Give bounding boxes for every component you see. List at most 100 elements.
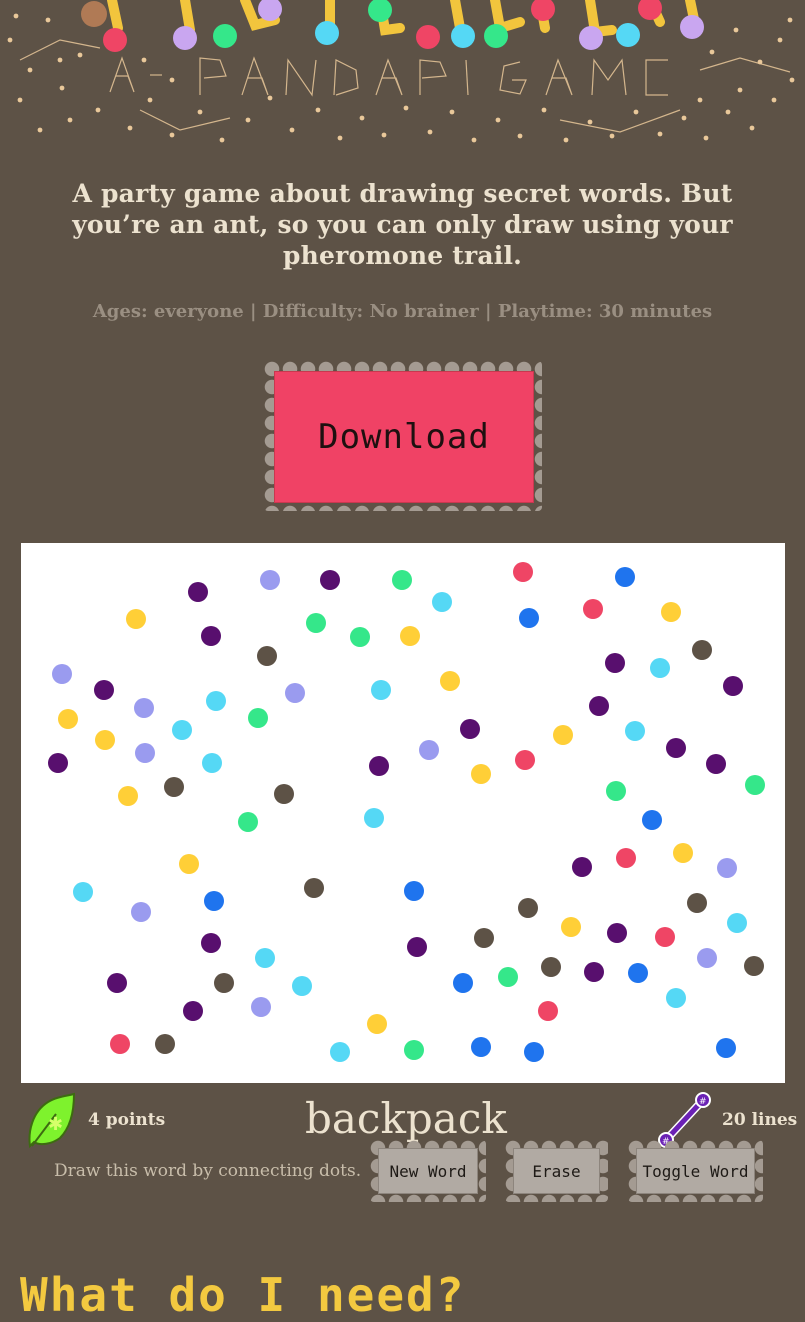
board-dot[interactable] [260,570,280,590]
board-dot[interactable] [440,671,460,691]
new-word-label[interactable]: New Word [378,1148,478,1194]
board-dot[interactable] [692,640,712,660]
board-dot[interactable] [541,957,561,977]
board-dot[interactable] [615,567,635,587]
board-dot[interactable] [628,963,648,983]
board-dot[interactable] [515,750,535,770]
board-dot[interactable] [214,973,234,993]
board-dot[interactable] [350,627,370,647]
download-button[interactable]: Download [264,361,542,511]
board-dot[interactable] [744,956,764,976]
board-dot[interactable] [134,698,154,718]
board-dot[interactable] [172,720,192,740]
board-dot[interactable] [155,1034,175,1054]
board-dot[interactable] [404,1040,424,1060]
board-dot[interactable] [661,602,681,622]
board-dot[interactable] [285,683,305,703]
board-dot[interactable] [126,609,146,629]
board-dot[interactable] [666,738,686,758]
board-dot[interactable] [367,1014,387,1034]
board-dot[interactable] [404,881,424,901]
board-dot[interactable] [419,740,439,760]
board-dot[interactable] [371,680,391,700]
board-dot[interactable] [583,599,603,619]
toggle-word-button[interactable]: Toggle Word [628,1140,763,1202]
board-dot[interactable] [498,967,518,987]
board-dot[interactable] [292,976,312,996]
toggle-word-label[interactable]: Toggle Word [636,1148,755,1194]
board-dot[interactable] [745,775,765,795]
board-dot[interactable] [572,857,592,877]
board-dot[interactable] [257,646,277,666]
board-dot[interactable] [202,753,222,773]
board-dot[interactable] [605,653,625,673]
board-dot[interactable] [369,756,389,776]
board-dot[interactable] [697,948,717,968]
erase-button[interactable]: Erase [505,1140,608,1202]
board-dot[interactable] [607,923,627,943]
board-dot[interactable] [274,784,294,804]
board-dot[interactable] [553,725,573,745]
board-dot[interactable] [471,764,491,784]
board-dot[interactable] [606,781,626,801]
board-dot[interactable] [524,1042,544,1062]
board-dot[interactable] [727,913,747,933]
erase-label[interactable]: Erase [513,1148,600,1194]
board-dot[interactable] [650,658,670,678]
board-dot[interactable] [94,680,114,700]
board-dot[interactable] [687,893,707,913]
board-dot[interactable] [107,973,127,993]
board-dot[interactable] [716,1038,736,1058]
board-dot[interactable] [655,927,675,947]
board-dot[interactable] [538,1001,558,1021]
board-dot[interactable] [248,708,268,728]
board-dot[interactable] [204,891,224,911]
board-dot[interactable] [164,777,184,797]
board-dot[interactable] [400,626,420,646]
board-dot[interactable] [518,898,538,918]
drawing-board[interactable] [21,543,785,1083]
board-dot[interactable] [110,1034,130,1054]
board-dot[interactable] [48,753,68,773]
board-dot[interactable] [201,933,221,953]
board-dot[interactable] [179,854,199,874]
board-dot[interactable] [206,691,226,711]
board-dot[interactable] [392,570,412,590]
board-dot[interactable] [407,937,427,957]
board-dot[interactable] [616,848,636,868]
board-dot[interactable] [304,878,324,898]
board-dot[interactable] [519,608,539,628]
download-button-face[interactable]: Download [274,371,534,503]
board-dot[interactable] [52,664,72,684]
board-dot[interactable] [131,902,151,922]
board-dot[interactable] [642,810,662,830]
board-dot[interactable] [723,676,743,696]
board-dot[interactable] [364,808,384,828]
board-dot[interactable] [513,562,533,582]
board-dot[interactable] [453,973,473,993]
board-dot[interactable] [717,858,737,878]
board-dot[interactable] [73,882,93,902]
board-dot[interactable] [432,592,452,612]
board-dot[interactable] [666,988,686,1008]
board-dot[interactable] [625,721,645,741]
board-dot[interactable] [706,754,726,774]
board-dot[interactable] [584,962,604,982]
board-dot[interactable] [561,917,581,937]
board-dot[interactable] [58,709,78,729]
board-dot[interactable] [183,1001,203,1021]
board-dot[interactable] [460,719,480,739]
board-dot[interactable] [188,582,208,602]
board-dot[interactable] [320,570,340,590]
dots-canvas[interactable] [21,543,785,1083]
board-dot[interactable] [251,997,271,1017]
board-dot[interactable] [471,1037,491,1057]
new-word-button[interactable]: New Word [370,1140,486,1202]
board-dot[interactable] [589,696,609,716]
board-dot[interactable] [201,626,221,646]
board-dot[interactable] [673,843,693,863]
board-dot[interactable] [135,743,155,763]
board-dot[interactable] [118,786,138,806]
board-dot[interactable] [255,948,275,968]
board-dot[interactable] [474,928,494,948]
